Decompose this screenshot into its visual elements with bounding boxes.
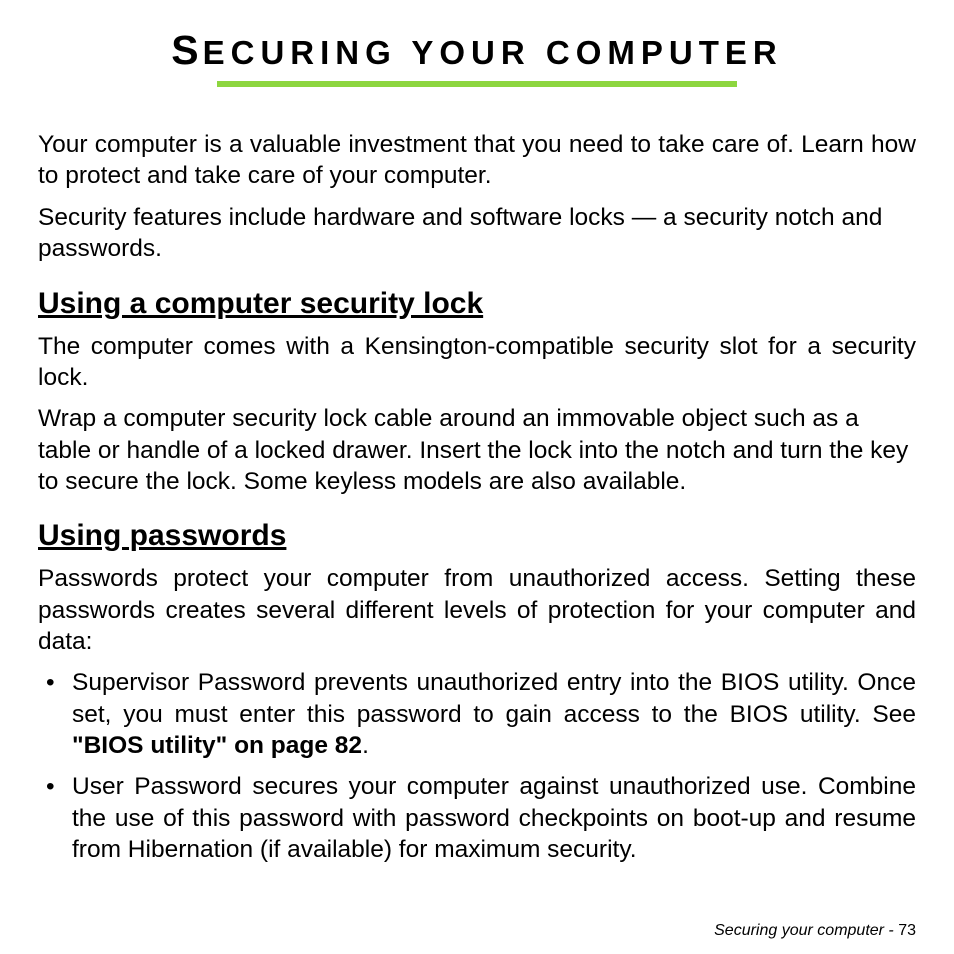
footer-page-number: 73	[898, 922, 916, 939]
bullet-text-pre: User Password secures your computer agai…	[72, 773, 916, 863]
section-heading-security-lock: Using a computer security lock	[38, 287, 916, 321]
page-footer: Securing your computer - 73	[714, 922, 916, 940]
intro-paragraph-2: Security features include hardware and s…	[38, 202, 916, 265]
security-lock-paragraph-1: The computer comes with a Kensington-com…	[38, 331, 916, 394]
bullet-text-pre: Supervisor Password prevents unauthorize…	[72, 669, 916, 727]
document-page: SECURING YOUR COMPUTER Your computer is …	[0, 0, 954, 954]
section-heading-passwords: Using passwords	[38, 519, 916, 553]
passwords-paragraph-1: Passwords protect your computer from una…	[38, 563, 916, 657]
title-initial: S	[171, 27, 202, 73]
list-item: User Password secures your computer agai…	[38, 771, 916, 865]
footer-label: Securing your computer -	[714, 922, 898, 939]
title-underline	[217, 81, 737, 87]
page-title: SECURING YOUR COMPUTER	[38, 28, 916, 73]
list-item: Supervisor Password prevents unauthorize…	[38, 667, 916, 761]
security-lock-paragraph-2: Wrap a computer security lock cable arou…	[38, 403, 916, 497]
passwords-bullet-list: Supervisor Password prevents unauthorize…	[38, 667, 916, 865]
bullet-text-post: .	[362, 732, 369, 759]
bullet-text-bold: "BIOS utility" on page 82	[72, 732, 362, 759]
title-rest: ECURING YOUR COMPUTER	[203, 34, 783, 71]
intro-paragraph-1: Your computer is a valuable investment t…	[38, 129, 916, 192]
